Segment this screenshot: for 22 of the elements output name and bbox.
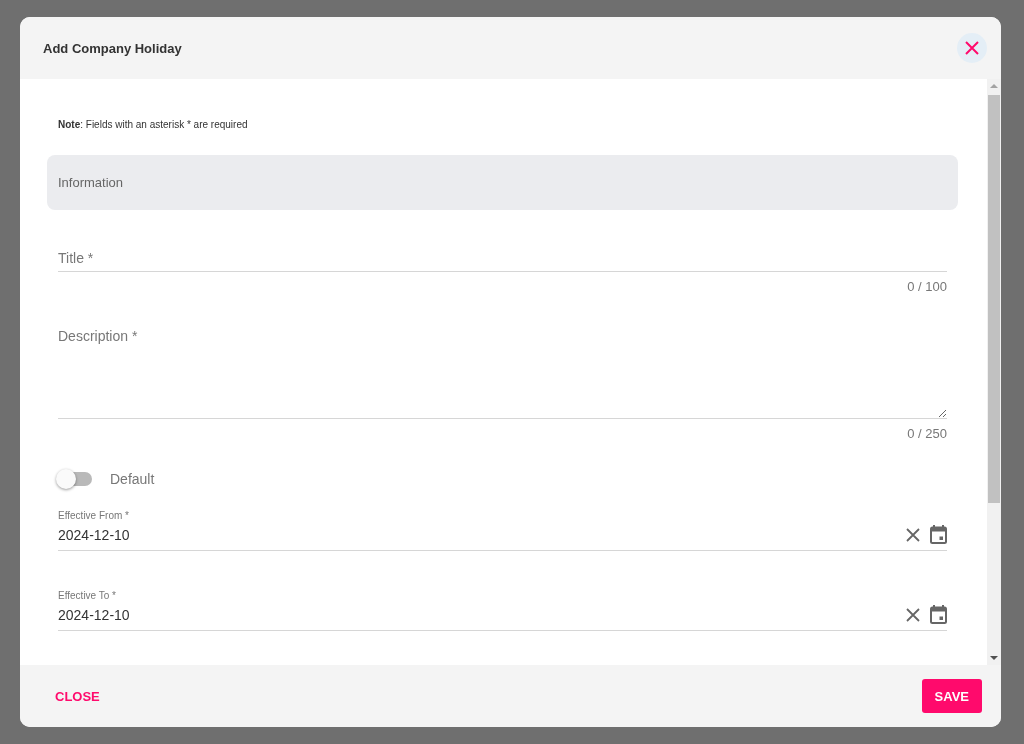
field-label: Effective To *: [58, 589, 117, 603]
section-header: Information: [47, 155, 958, 210]
date-value: 2024-12-10: [58, 606, 131, 624]
toggle-switch[interactable]: [58, 472, 92, 486]
clear-icon[interactable]: [906, 527, 920, 542]
character-counter: 0 / 250: [906, 426, 947, 442]
field-label: Effective From *: [58, 509, 130, 523]
description-field[interactable]: Description *: [58, 324, 947, 419]
required-note: Note: Fields with an asterisk * are required: [58, 118, 249, 132]
toggle-label: Default: [110, 471, 155, 487]
character-counter: 0 / 100: [906, 279, 947, 295]
close-button[interactable]: [957, 33, 987, 63]
dialog-title: Add Company Holiday: [43, 40, 182, 56]
date-field[interactable]: Effective To * 2024-12-10: [58, 589, 947, 631]
clear-icon[interactable]: [906, 607, 920, 622]
save-button[interactable]: SAVE: [921, 679, 982, 713]
calendar-icon[interactable]: [930, 525, 947, 544]
title-field[interactable]: Title *: [58, 242, 947, 272]
date-value: 2024-12-10: [58, 526, 131, 544]
close-icon: [965, 41, 979, 55]
date-field[interactable]: Effective From * 2024-12-10: [58, 509, 947, 551]
calendar-icon[interactable]: [930, 605, 947, 624]
